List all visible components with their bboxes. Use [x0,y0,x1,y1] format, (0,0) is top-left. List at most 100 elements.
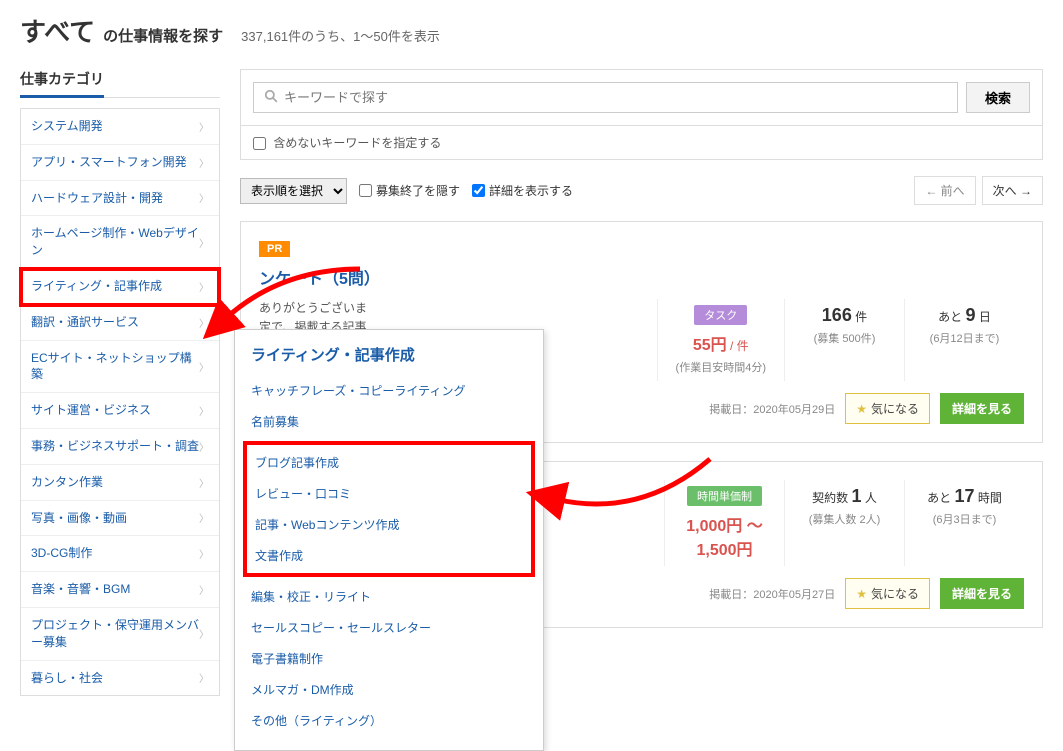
flyout-item[interactable]: ブログ記事作成 [255,447,523,478]
sidebar-item[interactable]: アプリ・スマートフォン開発〉 [21,145,219,181]
rate-tag: 時間単価制 [687,486,762,506]
sidebar-item-label: ライティング・記事作成 [31,278,162,295]
sidebar-item-label: サイト運営・ビジネス [31,402,151,419]
chevron-right-icon: 〉 [199,119,209,134]
sidebar-item[interactable]: プロジェクト・保守運用メンバー募集〉 [21,608,219,661]
sidebar-item-label: 暮らし・社会 [31,670,103,687]
price-cell: タスク 55円 / 件 (作業目安時間4分) [657,299,784,381]
search-input-wrap[interactable] [253,82,958,113]
task-tag: タスク [694,305,747,325]
pager: ← 前へ 次へ → [914,176,1043,205]
flyout-item[interactable]: レビュー・口コミ [255,478,523,509]
exclude-checkbox[interactable] [253,137,266,150]
chevron-right-icon: 〉 [199,510,209,525]
exclude-keyword-row: 含めないキーワードを指定する [240,126,1043,160]
flyout-item[interactable]: 編集・校正・リライト [251,581,527,612]
main-content: 検索 含めないキーワードを指定する 表示順を選択 募集終了を隠す 詳細を表示する… [240,69,1043,646]
job-title[interactable]: ンケート（5問） [259,265,1024,289]
category-flyout: ライティング・記事作成 キャッチフレーズ・コピーライティング名前募集 ブログ記事… [234,329,544,751]
sidebar-item[interactable]: 翻訳・通訳サービス 〉 [21,305,219,341]
price-cell: 時間単価制 1,000円 〜 1,500円 [664,480,784,566]
show-detail-checkbox[interactable] [472,184,485,197]
favorite-button[interactable]: ★気になる [845,578,930,609]
sidebar-item[interactable]: 音楽・音響・BGM 〉 [21,572,219,608]
search-button[interactable]: 検索 [966,82,1030,113]
sidebar-item-label: 写真・画像・動画 [31,510,127,527]
sidebar-item-label: ホームページ制作・Webデザイン [31,225,199,259]
flyout-item[interactable]: セールスコピー・セールスレター [251,612,527,643]
flyout-item[interactable]: その他（ライティング） [251,705,527,736]
chevron-right-icon: 〉 [199,475,209,490]
sidebar-item-label: プロジェクト・保守運用メンバー募集 [31,617,199,651]
sidebar-item-label: カンタン作業 [31,474,103,491]
days-cell: あと 17 時間 (6月3日まで) [904,480,1024,566]
chevron-right-icon: 〉 [199,403,209,418]
sidebar-item[interactable]: ハードウェア設計・開発 〉 [21,181,219,217]
prev-button[interactable]: ← 前へ [914,176,975,205]
chevron-right-icon: 〉 [199,190,209,205]
flyout-item[interactable]: メルマガ・DM作成 [251,674,527,705]
sidebar-item[interactable]: ホームページ制作・Webデザイン〉 [21,216,219,269]
flyout-item[interactable]: 文書作成 [255,540,523,571]
chevron-right-icon: 〉 [199,279,209,294]
flyout-highlight-box: ブログ記事作成レビュー・口コミ記事・Webコンテンツ作成文書作成 [243,441,535,577]
chevron-right-icon: 〉 [199,626,209,641]
chevron-right-icon: 〉 [199,359,209,374]
sidebar-item-label: アプリ・スマートフォン開発 [31,154,187,171]
exclude-checkbox-label[interactable]: 含めないキーワードを指定する [253,136,441,150]
sidebar-item[interactable]: 3D-CG制作 〉 [21,536,219,572]
flyout-item[interactable]: 記事・Webコンテンツ作成 [255,509,523,540]
count-cell: 166 件 (募集 500件) [784,299,904,381]
posted-date: 掲載日：2020年05月29日 [709,401,835,417]
sidebar-section-title: 仕事カテゴリ [20,69,104,98]
chevron-right-icon: 〉 [199,439,209,454]
chevron-right-icon: 〉 [199,315,209,330]
page-title-main: すべて [20,12,95,49]
chevron-right-icon: 〉 [199,235,209,250]
flyout-item[interactable]: キャッチフレーズ・コピーライティング [251,375,527,406]
sidebar-item-label: システム開発 [31,118,103,135]
category-list: システム開発〉アプリ・スマートフォン開発〉ハードウェア設計・開発〉ホームページ制… [20,108,220,696]
detail-button[interactable]: 詳細を見る [940,393,1024,424]
days-cell: あと 9 日 (6月12日まで) [904,299,1024,381]
next-button[interactable]: 次へ → [982,176,1043,205]
hide-closed-label[interactable]: 募集終了を隠す [359,182,460,199]
sidebar-item-label: 3D-CG制作 [31,545,92,562]
chevron-right-icon: 〉 [199,582,209,597]
chevron-right-icon: 〉 [199,155,209,170]
page-title-sub: の仕事情報を探す [103,25,223,46]
sort-select[interactable]: 表示順を選択 [240,178,347,204]
page-header: すべて の仕事情報を探す 337,161件のうち、1〜50件を表示 [0,0,1063,49]
sidebar-item[interactable]: ECサイト・ネットショップ構築〉 [21,341,219,394]
sidebar-item[interactable]: サイト運営・ビジネス 〉 [21,393,219,429]
sidebar-item[interactable]: システム開発 〉 [21,109,219,145]
sidebar-item[interactable]: 写真・画像・動画 〉 [21,501,219,537]
result-count: 337,161件のうち、1〜50件を表示 [241,26,440,45]
search-bar: 検索 [240,69,1043,126]
flyout-title[interactable]: ライティング・記事作成 [251,344,527,365]
hide-closed-checkbox[interactable] [359,184,372,197]
sidebar-item[interactable]: ライティング・記事作成 〉 [21,269,219,305]
filter-row: 表示順を選択 募集終了を隠す 詳細を表示する ← 前へ 次へ → [240,160,1043,221]
flyout-item[interactable]: 電子書籍制作 [251,643,527,674]
sidebar-item-label: ハードウェア設計・開発 [31,190,163,207]
favorite-button[interactable]: ★気になる [845,393,930,424]
flyout-item[interactable]: 名前募集 [251,406,527,437]
detail-button[interactable]: 詳細を見る [940,578,1024,609]
sidebar-item[interactable]: 暮らし・社会 〉 [21,661,219,696]
chevron-right-icon: 〉 [199,670,209,685]
sidebar-item-label: 翻訳・通訳サービス [31,314,139,331]
star-icon: ★ [856,402,867,416]
star-icon: ★ [856,587,867,601]
sidebar-item[interactable]: カンタン作業 〉 [21,465,219,501]
show-detail-label[interactable]: 詳細を表示する [472,182,573,199]
posted-date: 掲載日：2020年05月27日 [709,586,835,602]
sidebar-item-label: ECサイト・ネットショップ構築 [31,350,199,384]
sidebar: 仕事カテゴリ システム開発〉アプリ・スマートフォン開発〉ハードウェア設計・開発〉… [20,69,220,696]
search-input[interactable] [284,90,947,105]
sidebar-item[interactable]: 事務・ビジネスサポート・調査〉 [21,429,219,465]
sidebar-item-label: 音楽・音響・BGM [31,581,130,598]
sidebar-item-label: 事務・ビジネスサポート・調査 [31,438,199,455]
chevron-right-icon: 〉 [199,546,209,561]
pr-badge: PR [259,241,290,257]
